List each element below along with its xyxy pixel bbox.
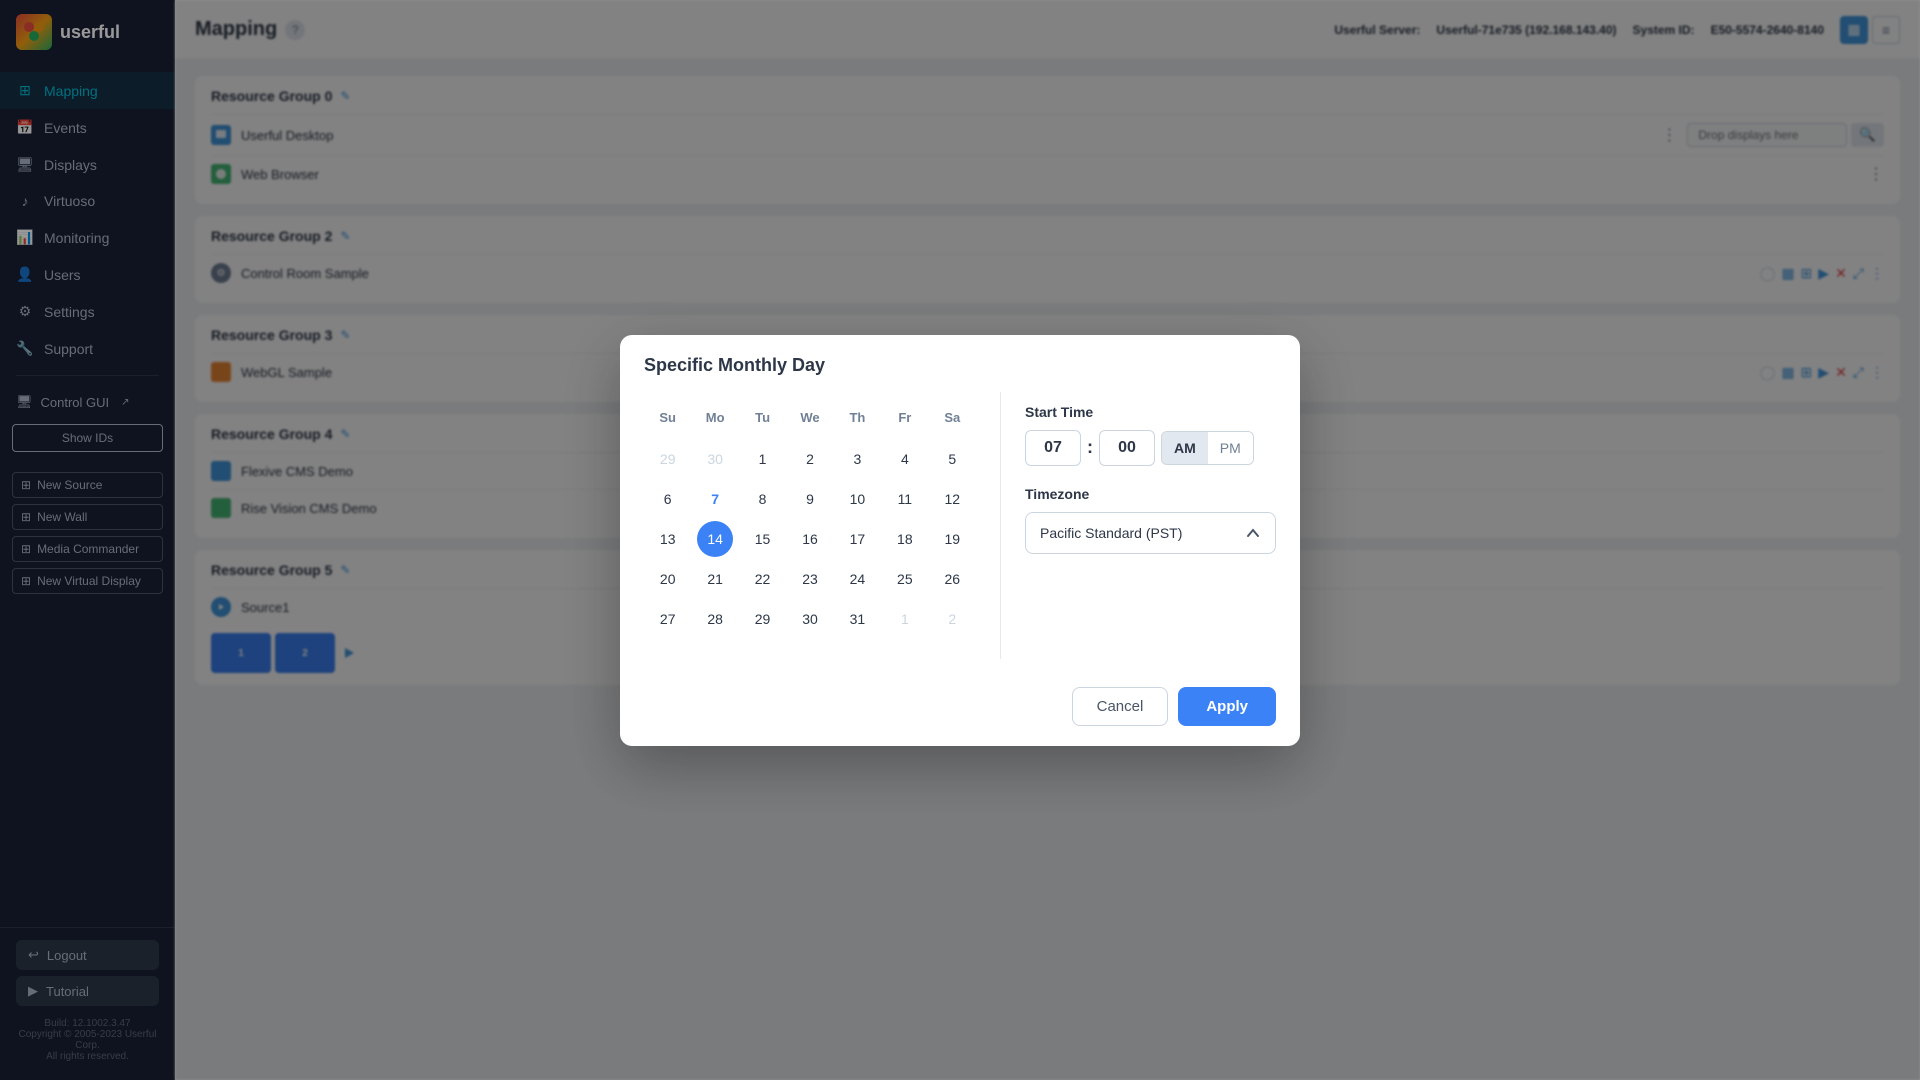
cal-cell-17[interactable]: 17 (839, 521, 875, 557)
cal-cell-7[interactable]: 7 (697, 481, 733, 517)
ampm-group: AM PM (1161, 431, 1254, 465)
apply-button[interactable]: Apply (1178, 687, 1276, 726)
cal-cell-23[interactable]: 23 (792, 561, 828, 597)
cal-cell-27[interactable]: 27 (650, 601, 686, 637)
timezone-select[interactable]: Pacific Standard (PST) (1025, 512, 1276, 554)
modal-footer: Cancel Apply (620, 675, 1300, 746)
cal-cell-28[interactable]: 28 (697, 601, 733, 637)
cal-cell-29[interactable]: 29 (745, 601, 781, 637)
cal-cell-30-prev[interactable]: 30 (697, 441, 733, 477)
timezone-label: Timezone (1025, 486, 1276, 502)
cal-cell-25[interactable]: 25 (887, 561, 923, 597)
cal-cell-22[interactable]: 22 (745, 561, 781, 597)
cal-cell-6[interactable]: 6 (650, 481, 686, 517)
cal-header-mo: Mo (691, 404, 738, 431)
cal-cell-21[interactable]: 21 (697, 561, 733, 597)
cal-cell-12[interactable]: 12 (934, 481, 970, 517)
pm-button[interactable]: PM (1208, 432, 1253, 464)
specific-monthly-day-modal: Specific Monthly Day Su Mo Tu We Th Fr S… (620, 335, 1300, 746)
cal-cell-15[interactable]: 15 (745, 521, 781, 557)
calendar-week-3: 13 14 15 16 17 18 19 (644, 519, 976, 559)
cal-cell-5[interactable]: 5 (934, 441, 970, 477)
cal-cell-1[interactable]: 1 (745, 441, 781, 477)
cal-cell-2-next[interactable]: 2 (934, 601, 970, 637)
cal-header-su: Su (644, 404, 691, 431)
cancel-button[interactable]: Cancel (1072, 687, 1169, 726)
cal-cell-26[interactable]: 26 (934, 561, 970, 597)
modal-header: Specific Monthly Day (620, 335, 1300, 376)
cal-cell-29-prev[interactable]: 29 (650, 441, 686, 477)
calendar-week-1: 29 30 1 2 3 4 5 (644, 439, 976, 479)
am-button[interactable]: AM (1162, 432, 1208, 464)
cal-cell-14[interactable]: 14 (697, 521, 733, 557)
cal-header-sa: Sa (929, 404, 976, 431)
cal-cell-16[interactable]: 16 (792, 521, 828, 557)
time-colon: : (1087, 437, 1093, 458)
cal-cell-9[interactable]: 9 (792, 481, 828, 517)
calendar-week-2: 6 7 8 9 10 11 12 (644, 479, 976, 519)
calendar-week-5: 27 28 29 30 31 1 2 (644, 599, 976, 639)
cal-cell-3[interactable]: 3 (839, 441, 875, 477)
cal-cell-4[interactable]: 4 (887, 441, 923, 477)
start-time-label: Start Time (1025, 404, 1276, 420)
timezone-value: Pacific Standard (PST) (1040, 525, 1182, 541)
cal-cell-31[interactable]: 31 (839, 601, 875, 637)
cal-cell-19[interactable]: 19 (934, 521, 970, 557)
modal-right-panel: Start Time : AM PM Timezone Pacific Stan… (1000, 392, 1300, 659)
calendar-week-4: 20 21 22 23 24 25 26 (644, 559, 976, 599)
cal-cell-18[interactable]: 18 (887, 521, 923, 557)
cal-cell-11[interactable]: 11 (887, 481, 923, 517)
hour-input[interactable] (1025, 430, 1081, 466)
cal-header-we: We (786, 404, 833, 431)
cal-cell-8[interactable]: 8 (745, 481, 781, 517)
cal-header-tu: Tu (739, 404, 786, 431)
cal-cell-2[interactable]: 2 (792, 441, 828, 477)
cal-cell-1-next[interactable]: 1 (887, 601, 923, 637)
calendar: Su Mo Tu We Th Fr Sa 29 30 1 2 3 4 5 (620, 392, 1000, 659)
cal-cell-24[interactable]: 24 (839, 561, 875, 597)
modal-body: Su Mo Tu We Th Fr Sa 29 30 1 2 3 4 5 (620, 376, 1300, 675)
cal-cell-30[interactable]: 30 (792, 601, 828, 637)
modal-title: Specific Monthly Day (644, 355, 1276, 376)
calendar-header-row: Su Mo Tu We Th Fr Sa (644, 404, 976, 431)
cal-cell-20[interactable]: 20 (650, 561, 686, 597)
modal-overlay: Specific Monthly Day Su Mo Tu We Th Fr S… (0, 0, 1920, 1080)
cal-header-fr: Fr (881, 404, 928, 431)
chevron-up-icon (1245, 525, 1261, 541)
cal-cell-10[interactable]: 10 (839, 481, 875, 517)
cal-header-th: Th (834, 404, 881, 431)
cal-cell-13[interactable]: 13 (650, 521, 686, 557)
time-row: : AM PM (1025, 430, 1276, 466)
minute-input[interactable] (1099, 430, 1155, 466)
